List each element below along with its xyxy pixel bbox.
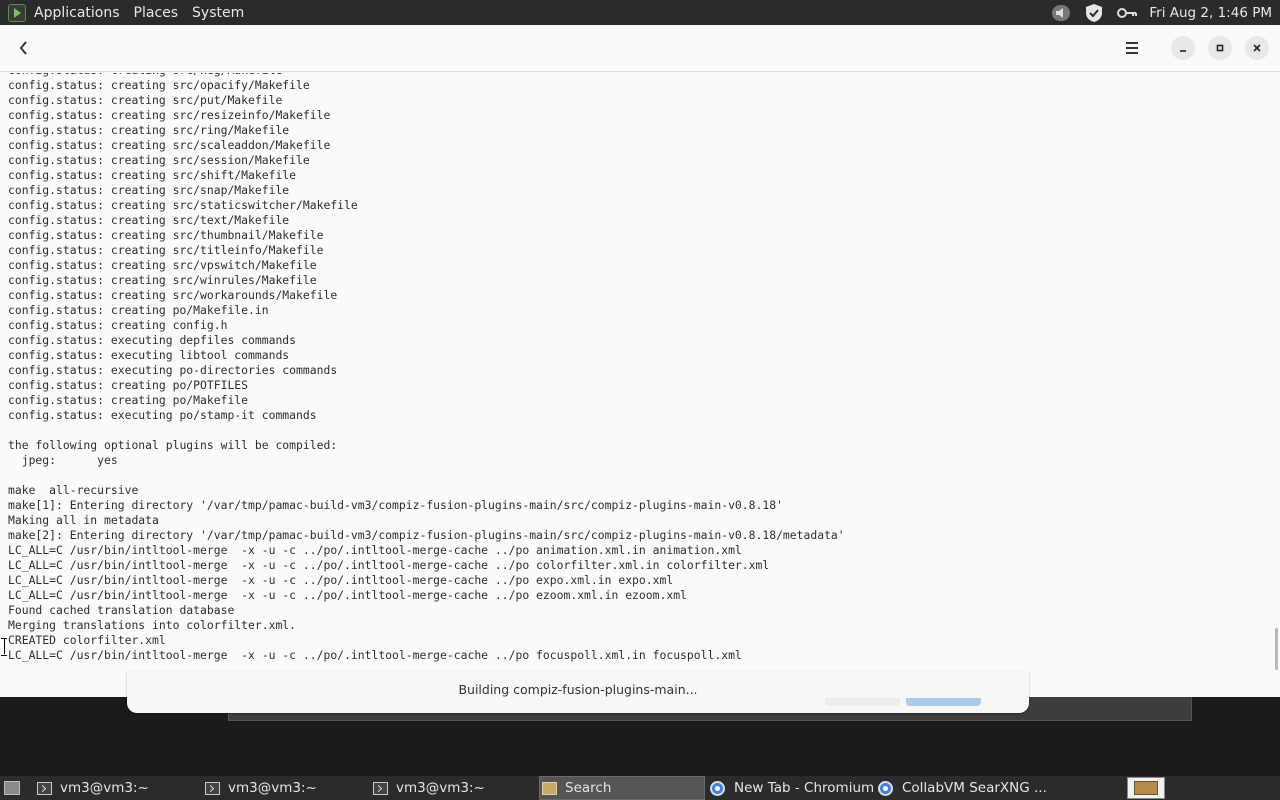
terminal-line: CREATED colorfilter.xml bbox=[8, 633, 166, 647]
minimize-icon[interactable] bbox=[1171, 36, 1195, 60]
taskbar: vm3@vm3:~ vm3@vm3:~ vm3@vm3:~ Search New… bbox=[0, 776, 1280, 800]
terminal-line: config.status: creating src/ring/Makefil… bbox=[8, 123, 290, 137]
terminal-line: config.status: creating po/POTFILES bbox=[8, 378, 249, 392]
terminal-line: jpeg: yes bbox=[8, 453, 118, 467]
task-terminal-3[interactable]: vm3@vm3:~ bbox=[373, 776, 485, 800]
key-icon[interactable] bbox=[1116, 3, 1138, 23]
terminal-line: config.status: executing libtool command… bbox=[8, 348, 290, 362]
menu-applications[interactable]: Applications bbox=[34, 5, 120, 21]
show-desktop-icon[interactable] bbox=[0, 776, 24, 800]
terminal-line: config.status: creating src/shift/Makefi… bbox=[8, 168, 297, 182]
task-label: vm3@vm3:~ bbox=[60, 780, 149, 796]
text-cursor-icon bbox=[1, 638, 7, 656]
terminal-line: config.status: executing po/stamp-it com… bbox=[8, 408, 317, 422]
task-terminal-2[interactable]: vm3@vm3:~ bbox=[205, 776, 317, 800]
terminal-line: LC_ALL=C /usr/bin/intltool-merge -x -u -… bbox=[8, 558, 770, 572]
terminal-line: config.status: creating src/titleinfo/Ma… bbox=[8, 243, 324, 257]
build-status-text: Building compiz-fusion-plugins-main... bbox=[458, 682, 698, 697]
task-terminal-1[interactable]: vm3@vm3:~ bbox=[37, 776, 149, 800]
terminal-line: Merging translations into colorfilter.xm… bbox=[8, 618, 297, 632]
terminal-line: make all-recursive bbox=[8, 483, 139, 497]
package-search-icon bbox=[542, 781, 557, 795]
terminal-line: Found cached translation database bbox=[8, 603, 235, 617]
chromium-icon bbox=[710, 780, 725, 796]
task-chromium-newtab[interactable]: New Tab - Chromium bbox=[710, 776, 874, 800]
terminal-line: config.status: creating src/scaleaddon/M… bbox=[8, 138, 331, 152]
terminal-icon bbox=[373, 781, 388, 795]
terminal-line: LC_ALL=C /usr/bin/intltool-merge -x -u -… bbox=[8, 543, 742, 557]
terminal-line: the following optional plugins will be c… bbox=[8, 438, 338, 452]
terminal-line: config.status: creating po/Makefile bbox=[8, 393, 249, 407]
terminal-line: config.status: creating src/text/Makefil… bbox=[8, 213, 290, 227]
terminal-line: config.status: creating config.h bbox=[8, 318, 228, 332]
terminal-line: config.status: creating src/put/Makefile bbox=[8, 93, 283, 107]
shield-icon[interactable] bbox=[1083, 3, 1105, 23]
terminal-output: config.status: creating src/neg/Makefile… bbox=[8, 73, 845, 663]
maximize-icon[interactable] bbox=[1208, 36, 1232, 60]
volume-icon[interactable] bbox=[1050, 3, 1072, 23]
details-button[interactable] bbox=[825, 698, 900, 706]
terminal-line: config.status: creating src/session/Make… bbox=[8, 153, 310, 167]
window-controls bbox=[1120, 36, 1269, 60]
pamac-window: config.status: creating src/neg/Makefile… bbox=[0, 25, 1280, 697]
terminal-line: config.status: creating src/staticswitch… bbox=[8, 198, 358, 212]
menu-places[interactable]: Places bbox=[134, 5, 179, 21]
terminal-line: config.status: creating src/winrules/Mak… bbox=[8, 273, 317, 287]
terminal-line: make[2]: Entering directory '/var/tmp/pa… bbox=[8, 528, 845, 542]
terminal-line: config.status: creating src/opacify/Make… bbox=[8, 78, 310, 92]
terminal-line: Making all in metadata bbox=[8, 513, 159, 527]
terminal-icon bbox=[37, 781, 52, 795]
top-panel: Applications Places System Fri Aug 2, 1:… bbox=[0, 0, 1280, 25]
task-chromium-searxng[interactable]: CollabVM SearXNG ... bbox=[878, 776, 1047, 800]
chromium-icon bbox=[878, 780, 893, 796]
terminal-line: config.status: creating src/vpswitch/Mak… bbox=[8, 258, 317, 272]
menu-system[interactable]: System bbox=[192, 5, 244, 21]
task-label: CollabVM SearXNG ... bbox=[902, 780, 1047, 796]
clock[interactable]: Fri Aug 2, 1:46 PM bbox=[1149, 5, 1272, 21]
hamburger-menu-icon[interactable] bbox=[1120, 36, 1144, 60]
system-tray: Fri Aug 2, 1:46 PM bbox=[1050, 0, 1280, 25]
terminal-line: LC_ALL=C /usr/bin/intltool-merge -x -u -… bbox=[8, 588, 687, 602]
terminal-line: config.status: creating src/resizeinfo/M… bbox=[8, 108, 331, 122]
task-label: New Tab - Chromium bbox=[734, 780, 875, 796]
status-bar: Building compiz-fusion-plugins-main... bbox=[127, 672, 1029, 713]
terminal-line: config.status: creating src/snap/Makefil… bbox=[8, 183, 290, 197]
headerbar bbox=[0, 25, 1280, 72]
terminal-line: config.status: creating src/workarounds/… bbox=[8, 288, 338, 302]
close-icon[interactable] bbox=[1245, 36, 1269, 60]
terminal-icon bbox=[205, 781, 220, 795]
workspace-switcher-icon[interactable] bbox=[1127, 777, 1165, 799]
task-label: vm3@vm3:~ bbox=[396, 780, 485, 796]
build-output-terminal[interactable]: config.status: creating src/neg/Makefile… bbox=[0, 73, 1280, 675]
terminal-line: LC_ALL=C /usr/bin/intltool-merge -x -u -… bbox=[8, 648, 742, 662]
task-label: Search bbox=[565, 780, 612, 796]
terminal-line: make[1]: Entering directory '/var/tmp/pa… bbox=[8, 498, 783, 512]
terminal-line: config.status: executing depfiles comman… bbox=[8, 333, 297, 347]
terminal-line: config.status: creating src/thumbnail/Ma… bbox=[8, 228, 324, 242]
terminal-line: LC_ALL=C /usr/bin/intltool-merge -x -u -… bbox=[8, 573, 674, 587]
apply-button[interactable] bbox=[906, 698, 981, 706]
terminal-scrollbar[interactable] bbox=[1275, 628, 1278, 670]
task-label: vm3@vm3:~ bbox=[228, 780, 317, 796]
back-arrow-icon[interactable] bbox=[12, 36, 36, 60]
task-search[interactable]: Search bbox=[539, 776, 705, 800]
terminal-line: config.status: creating po/Makefile.in bbox=[8, 303, 269, 317]
menu-logo-icon[interactable] bbox=[8, 3, 26, 22]
terminal-line: config.status: executing po-directories … bbox=[8, 363, 338, 377]
